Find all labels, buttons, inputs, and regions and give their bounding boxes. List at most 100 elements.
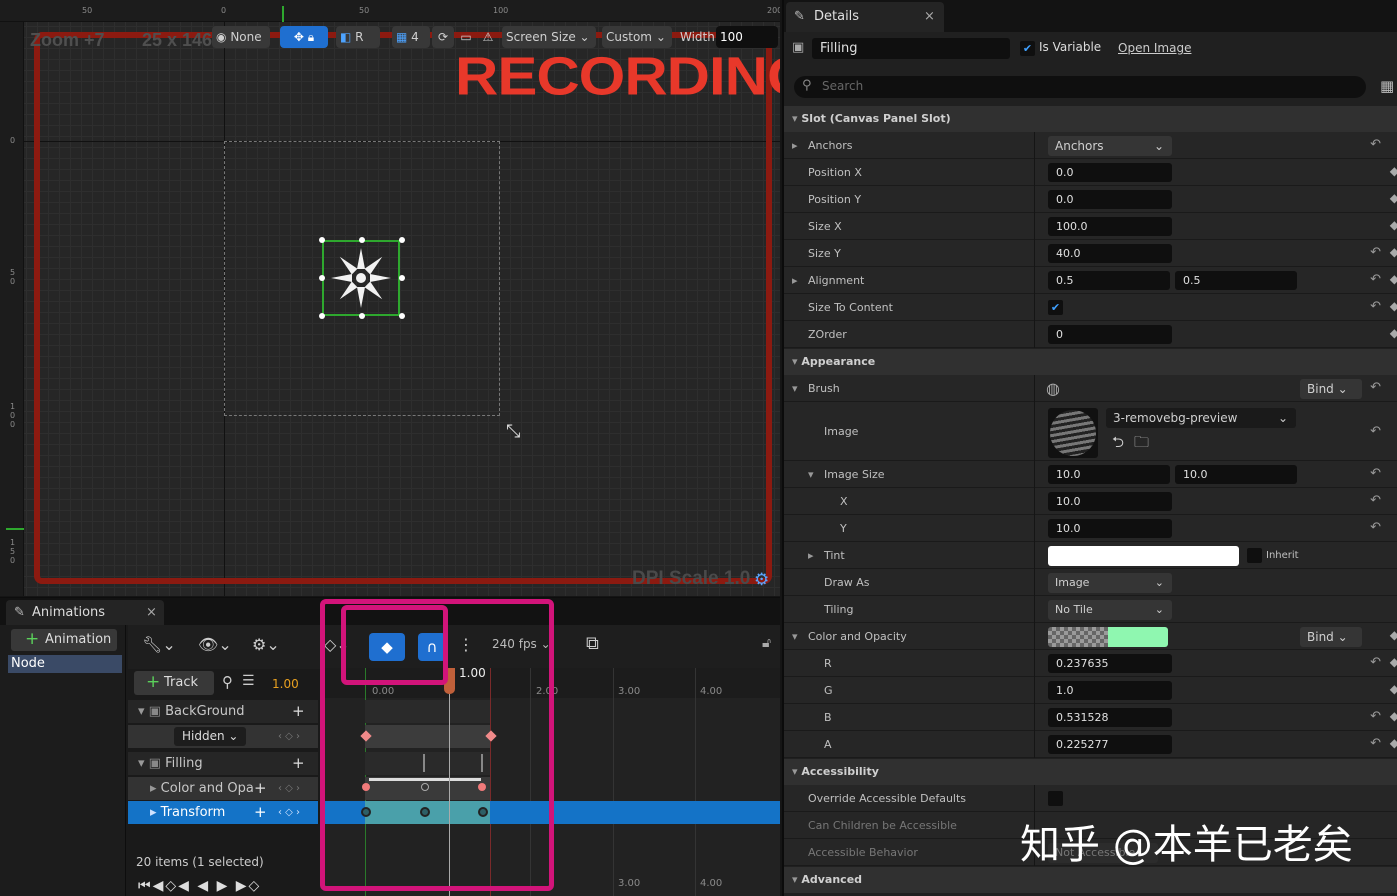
tiling-dropdown[interactable]: No Tile ⌄ [1048, 600, 1172, 620]
image-size-y-input[interactable]: 10.0 [1175, 465, 1297, 484]
add-icon[interactable]: + [292, 700, 305, 723]
track-filling[interactable]: ▾ ▣ Filling + [128, 752, 318, 775]
eye-icon[interactable]: 👁︎⌄ [198, 635, 232, 654]
rotate-toggle[interactable]: ◧ R [336, 26, 380, 48]
curve-editor-icon[interactable]: ⧉ [586, 633, 599, 654]
anchors-dropdown[interactable]: Anchors ⌄ [1048, 136, 1172, 156]
keyframe-icon[interactable]: ◆ [1390, 191, 1397, 205]
alignment-y-input[interactable]: 0.5 [1175, 271, 1297, 290]
resize-handle[interactable] [319, 237, 325, 243]
reset-icon[interactable]: ↶ [1370, 424, 1381, 439]
keyframe-icon[interactable]: ◆ [1390, 736, 1397, 750]
grid-snap-button[interactable]: ▦ 4 [392, 26, 430, 48]
open-image-link[interactable]: Open Image [1118, 41, 1191, 55]
settings-icon[interactable]: ⚙⌄ [252, 635, 280, 654]
category-appearance[interactable]: ▾ Appearance [784, 349, 1397, 375]
category-slot[interactable]: ▾ Slot (Canvas Panel Slot) [784, 106, 1397, 132]
color-bind-dropdown[interactable]: Bind ⌄ [1300, 627, 1362, 647]
reset-icon[interactable]: ↶ [1370, 709, 1381, 724]
image-x-input[interactable]: 10.0 [1048, 492, 1172, 511]
track-transform[interactable]: ▸ Transform + ‹ ◇ › [128, 801, 318, 824]
animations-tab[interactable]: ✎ Animations × [6, 600, 164, 625]
keyframe-icon[interactable]: ◆ [1390, 272, 1397, 286]
reset-icon[interactable]: ↶ [1370, 493, 1381, 508]
color-opacity-swatch[interactable] [1048, 627, 1168, 647]
widget-name-input[interactable]: Filling [812, 38, 1010, 59]
close-icon[interactable]: × [924, 2, 935, 32]
lock-icon[interactable]: 🔓︎ [762, 635, 771, 651]
gear-icon[interactable]: ⚙ [754, 570, 769, 590]
track-color-opacity[interactable]: ▸ Color and Opa + ‹ ◇ › [128, 777, 318, 800]
keyframe-icon[interactable]: ◆ [1390, 299, 1397, 313]
override-accessible-checkbox[interactable]: ✔ [1048, 791, 1063, 806]
zorder-input[interactable]: 0 [1048, 325, 1172, 344]
resize-handle[interactable] [359, 237, 365, 243]
image-asset-dropdown[interactable]: 3-removebg-preview ⌄ [1106, 408, 1296, 428]
keyframe-icon[interactable]: ◆ [1390, 709, 1397, 723]
keyframe-icon[interactable]: ◆ [1390, 628, 1397, 642]
add-icon[interactable]: + [292, 752, 305, 775]
details-tab[interactable]: ✎ Details × [786, 2, 944, 32]
color-g-input[interactable]: 1.0 [1048, 681, 1172, 700]
size-x-input[interactable]: 100.0 [1048, 217, 1172, 236]
resize-handle[interactable] [399, 275, 405, 281]
reset-icon[interactable]: ↶ [1370, 380, 1381, 395]
size-to-content-checkbox[interactable]: ✔ [1048, 300, 1063, 315]
add-animation-button[interactable]: + Animation [11, 629, 117, 651]
animation-item-node[interactable]: Node [8, 655, 122, 673]
keyframe-icon[interactable]: ◆ [1390, 326, 1397, 340]
reset-icon[interactable]: ↶ [1370, 245, 1381, 260]
color-a-input[interactable]: 0.225277 [1048, 735, 1172, 754]
use-selected-icon[interactable]: ⮌ [1112, 432, 1124, 457]
add-icon[interactable]: + [254, 777, 267, 800]
close-icon[interactable]: × [146, 600, 157, 625]
draw-as-dropdown[interactable]: Image ⌄ [1048, 573, 1172, 593]
visibility-dropdown[interactable]: Hidden ⌄ [174, 727, 246, 746]
add-icon[interactable]: + [254, 801, 267, 824]
category-advanced[interactable]: ▾ Advanced [784, 867, 1397, 893]
track-background[interactable]: ▾ ▣ BackGround + [128, 700, 318, 723]
color-b-input[interactable]: 0.531528 [1048, 708, 1172, 727]
search-input[interactable]: ⚲ Search [794, 76, 1366, 98]
position-y-input[interactable]: 0.0 [1048, 190, 1172, 209]
designer-viewport[interactable]: 50 0 50 100 200 0 5 0 1 0 0 1 5 0 Zoom +… [0, 0, 780, 596]
playback-controls[interactable]: ⏮◀◇◀ ◀ ▶ ▶◇ [138, 878, 261, 894]
color-r-input[interactable]: 0.237635 [1048, 654, 1172, 673]
resize-handle[interactable] [359, 313, 365, 319]
filter-icon[interactable]: ☰ [242, 673, 255, 689]
brush-bind-dropdown[interactable]: Bind ⌄ [1300, 379, 1362, 399]
resize-handle[interactable] [319, 275, 325, 281]
reset-icon[interactable]: ↶ [1370, 272, 1381, 287]
tint-color-swatch[interactable] [1048, 546, 1239, 566]
wrench-icon[interactable]: 🔧︎⌄ [142, 635, 176, 654]
image-y-input[interactable]: 10.0 [1048, 519, 1172, 538]
add-track-button[interactable]: + Track [134, 671, 214, 695]
keyframe-icon[interactable]: ◆ [1390, 218, 1397, 232]
position-x-input[interactable]: 0.0 [1048, 163, 1172, 182]
search-icon[interactable]: ⚲ [222, 673, 233, 691]
inherit-checkbox[interactable]: ✔ [1247, 548, 1262, 563]
track-hidden[interactable]: Hidden ⌄ ‹ ◇ › [128, 725, 318, 748]
reset-icon[interactable]: ↶ [1370, 736, 1381, 751]
resize-handle[interactable] [399, 237, 405, 243]
resize-handle[interactable] [319, 313, 325, 319]
keyframe-icon[interactable]: ◆ [1390, 682, 1397, 696]
resize-handle[interactable] [399, 313, 405, 319]
size-y-input[interactable]: 40.0 [1048, 244, 1172, 263]
keyframe-nav-icon[interactable]: ‹ ◇ › [278, 801, 300, 824]
lock-toggle[interactable]: ✥ 🔒︎ [280, 26, 328, 48]
image-thumbnail[interactable] [1048, 408, 1098, 458]
keyframe-nav-icon[interactable]: ‹ ◇ › [278, 777, 300, 800]
reset-icon[interactable]: ↶ [1370, 299, 1381, 314]
table-view-icon[interactable]: ▦ [1380, 77, 1394, 95]
refresh-button[interactable]: ⟳ [432, 26, 454, 48]
keyframe-icon[interactable]: ◆ [1390, 245, 1397, 259]
image-size-x-input[interactable]: 10.0 [1048, 465, 1170, 484]
keyframe-icon[interactable]: ◆ [1390, 655, 1397, 669]
browse-icon[interactable]: 🗀︎ [1134, 432, 1149, 457]
selected-image-widget[interactable] [319, 237, 405, 319]
alignment-x-input[interactable]: 0.5 [1048, 271, 1170, 290]
reset-icon[interactable]: ↶ [1370, 137, 1381, 152]
current-time[interactable]: 1.00 [272, 677, 299, 691]
keyframe-nav-icon[interactable]: ‹ ◇ › [278, 725, 300, 748]
